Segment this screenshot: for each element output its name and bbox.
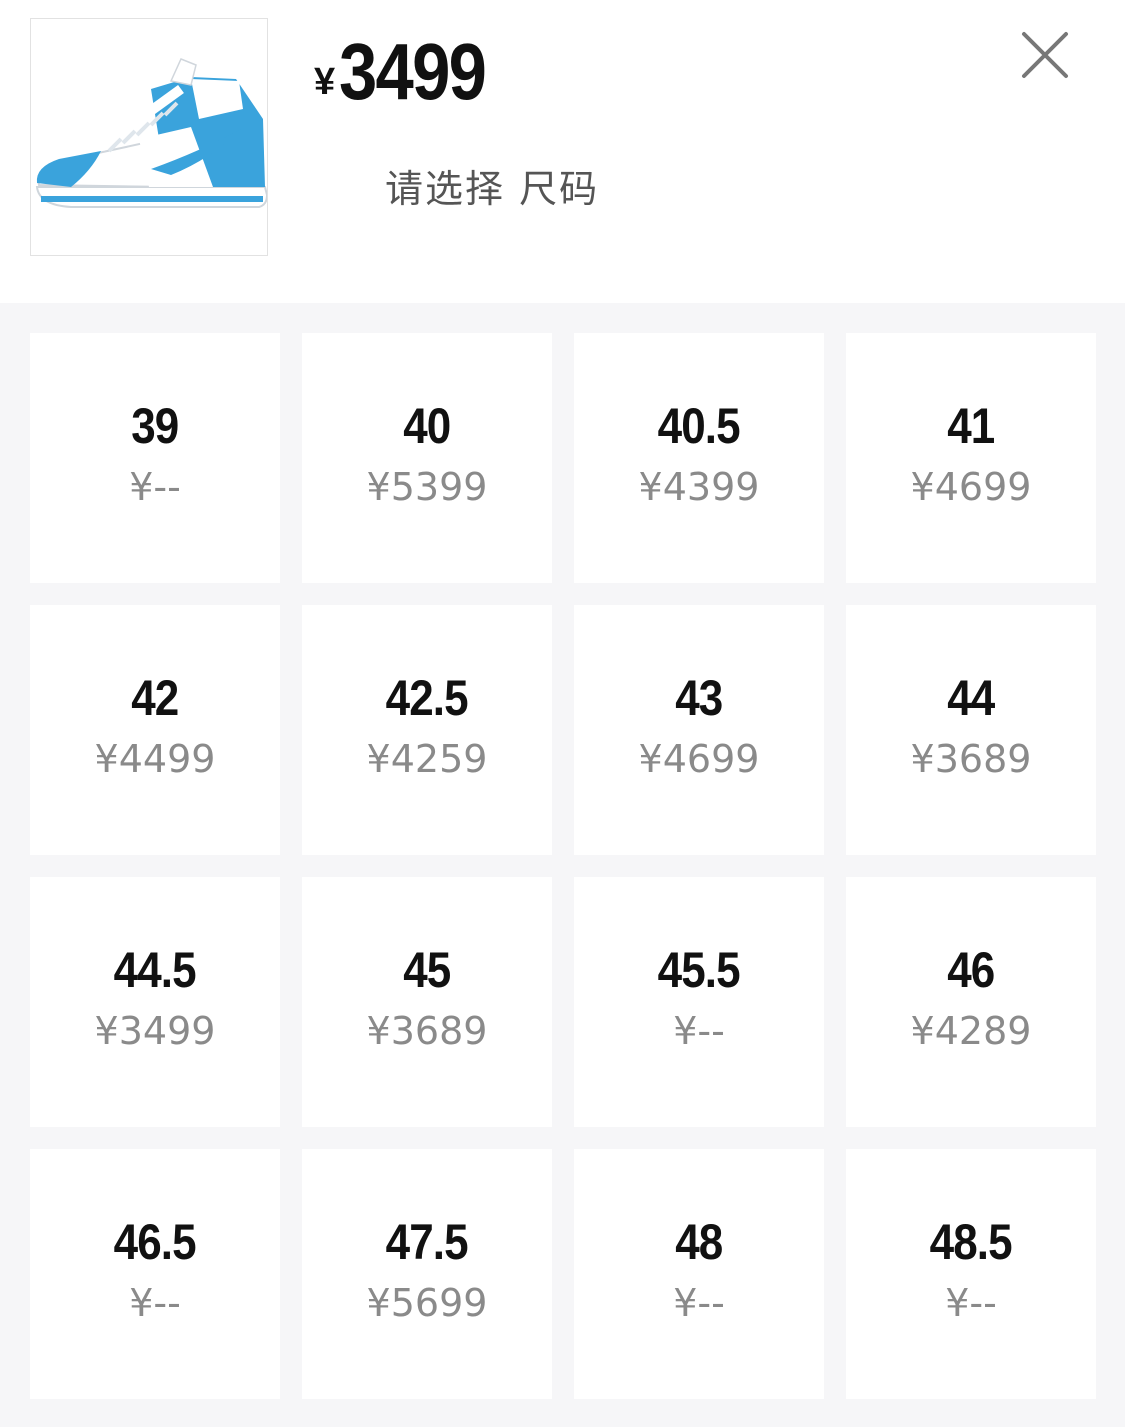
close-button[interactable] bbox=[1020, 30, 1070, 80]
size-label: 39 bbox=[131, 398, 179, 454]
size-price: ¥-- bbox=[129, 1281, 181, 1325]
size-label: 40 bbox=[403, 398, 451, 454]
product-thumbnail bbox=[30, 18, 268, 256]
select-size-hint: 请选择 尺码 bbox=[385, 167, 600, 211]
currency-symbol: ¥ bbox=[314, 61, 336, 103]
size-option[interactable]: 43 ¥4699 bbox=[574, 605, 824, 855]
size-price: ¥3499 bbox=[94, 1009, 216, 1053]
product-header: ¥ 3499 请选择 尺码 bbox=[0, 0, 1125, 303]
size-option[interactable]: 46.5 ¥-- bbox=[30, 1149, 280, 1399]
size-option[interactable]: 47.5 ¥5699 bbox=[302, 1149, 552, 1399]
size-label: 41 bbox=[947, 398, 995, 454]
size-price: ¥4399 bbox=[638, 465, 760, 509]
size-label: 48.5 bbox=[929, 1214, 1013, 1270]
size-option[interactable]: 42 ¥4499 bbox=[30, 605, 280, 855]
size-price: ¥4699 bbox=[638, 737, 760, 781]
size-label: 40.5 bbox=[657, 398, 741, 454]
size-option[interactable]: 42.5 ¥4259 bbox=[302, 605, 552, 855]
size-price: ¥5699 bbox=[366, 1281, 488, 1325]
size-price: ¥-- bbox=[129, 465, 181, 509]
size-label: 43 bbox=[675, 670, 723, 726]
size-label: 44.5 bbox=[113, 942, 197, 998]
size-price: ¥3689 bbox=[366, 1009, 488, 1053]
size-option[interactable]: 48.5 ¥-- bbox=[846, 1149, 1096, 1399]
size-price: ¥4289 bbox=[910, 1009, 1032, 1053]
size-label: 42.5 bbox=[385, 670, 469, 726]
size-option[interactable]: 40.5 ¥4399 bbox=[574, 333, 824, 583]
size-option[interactable]: 45.5 ¥-- bbox=[574, 877, 824, 1127]
size-label: 47.5 bbox=[385, 1214, 469, 1270]
size-price: ¥4499 bbox=[94, 737, 216, 781]
size-price: ¥3689 bbox=[910, 737, 1032, 781]
size-label: 46 bbox=[947, 942, 995, 998]
size-option[interactable]: 39 ¥-- bbox=[30, 333, 280, 583]
size-option[interactable]: 41 ¥4699 bbox=[846, 333, 1096, 583]
size-selection-area: 39 ¥-- 40 ¥5399 40.5 ¥4399 41 ¥4699 42 ¥4499 … bbox=[0, 303, 1125, 1427]
size-label: 48 bbox=[675, 1214, 723, 1270]
size-price: ¥5399 bbox=[366, 465, 488, 509]
size-price: ¥-- bbox=[673, 1281, 725, 1325]
size-price: ¥-- bbox=[945, 1281, 997, 1325]
size-option[interactable]: 44 ¥3689 bbox=[846, 605, 1096, 855]
size-price: ¥4699 bbox=[910, 465, 1032, 509]
size-option[interactable]: 45 ¥3689 bbox=[302, 877, 552, 1127]
size-option[interactable]: 46 ¥4289 bbox=[846, 877, 1096, 1127]
close-icon bbox=[1022, 32, 1068, 78]
size-option[interactable]: 48 ¥-- bbox=[574, 1149, 824, 1399]
size-option[interactable]: 40 ¥5399 bbox=[302, 333, 552, 583]
size-label: 44 bbox=[947, 670, 995, 726]
size-option[interactable]: 44.5 ¥3499 bbox=[30, 877, 280, 1127]
size-price: ¥4259 bbox=[366, 737, 488, 781]
size-label: 45.5 bbox=[657, 942, 741, 998]
selected-price: ¥ 3499 bbox=[314, 27, 509, 118]
sneaker-image bbox=[35, 58, 267, 208]
price-amount: 3499 bbox=[339, 27, 487, 116]
size-label: 45 bbox=[403, 942, 451, 998]
size-label: 42 bbox=[131, 670, 179, 726]
size-label: 46.5 bbox=[113, 1214, 197, 1270]
size-grid: 39 ¥-- 40 ¥5399 40.5 ¥4399 41 ¥4699 42 ¥4499 … bbox=[30, 333, 1096, 1399]
size-price: ¥-- bbox=[673, 1009, 725, 1053]
